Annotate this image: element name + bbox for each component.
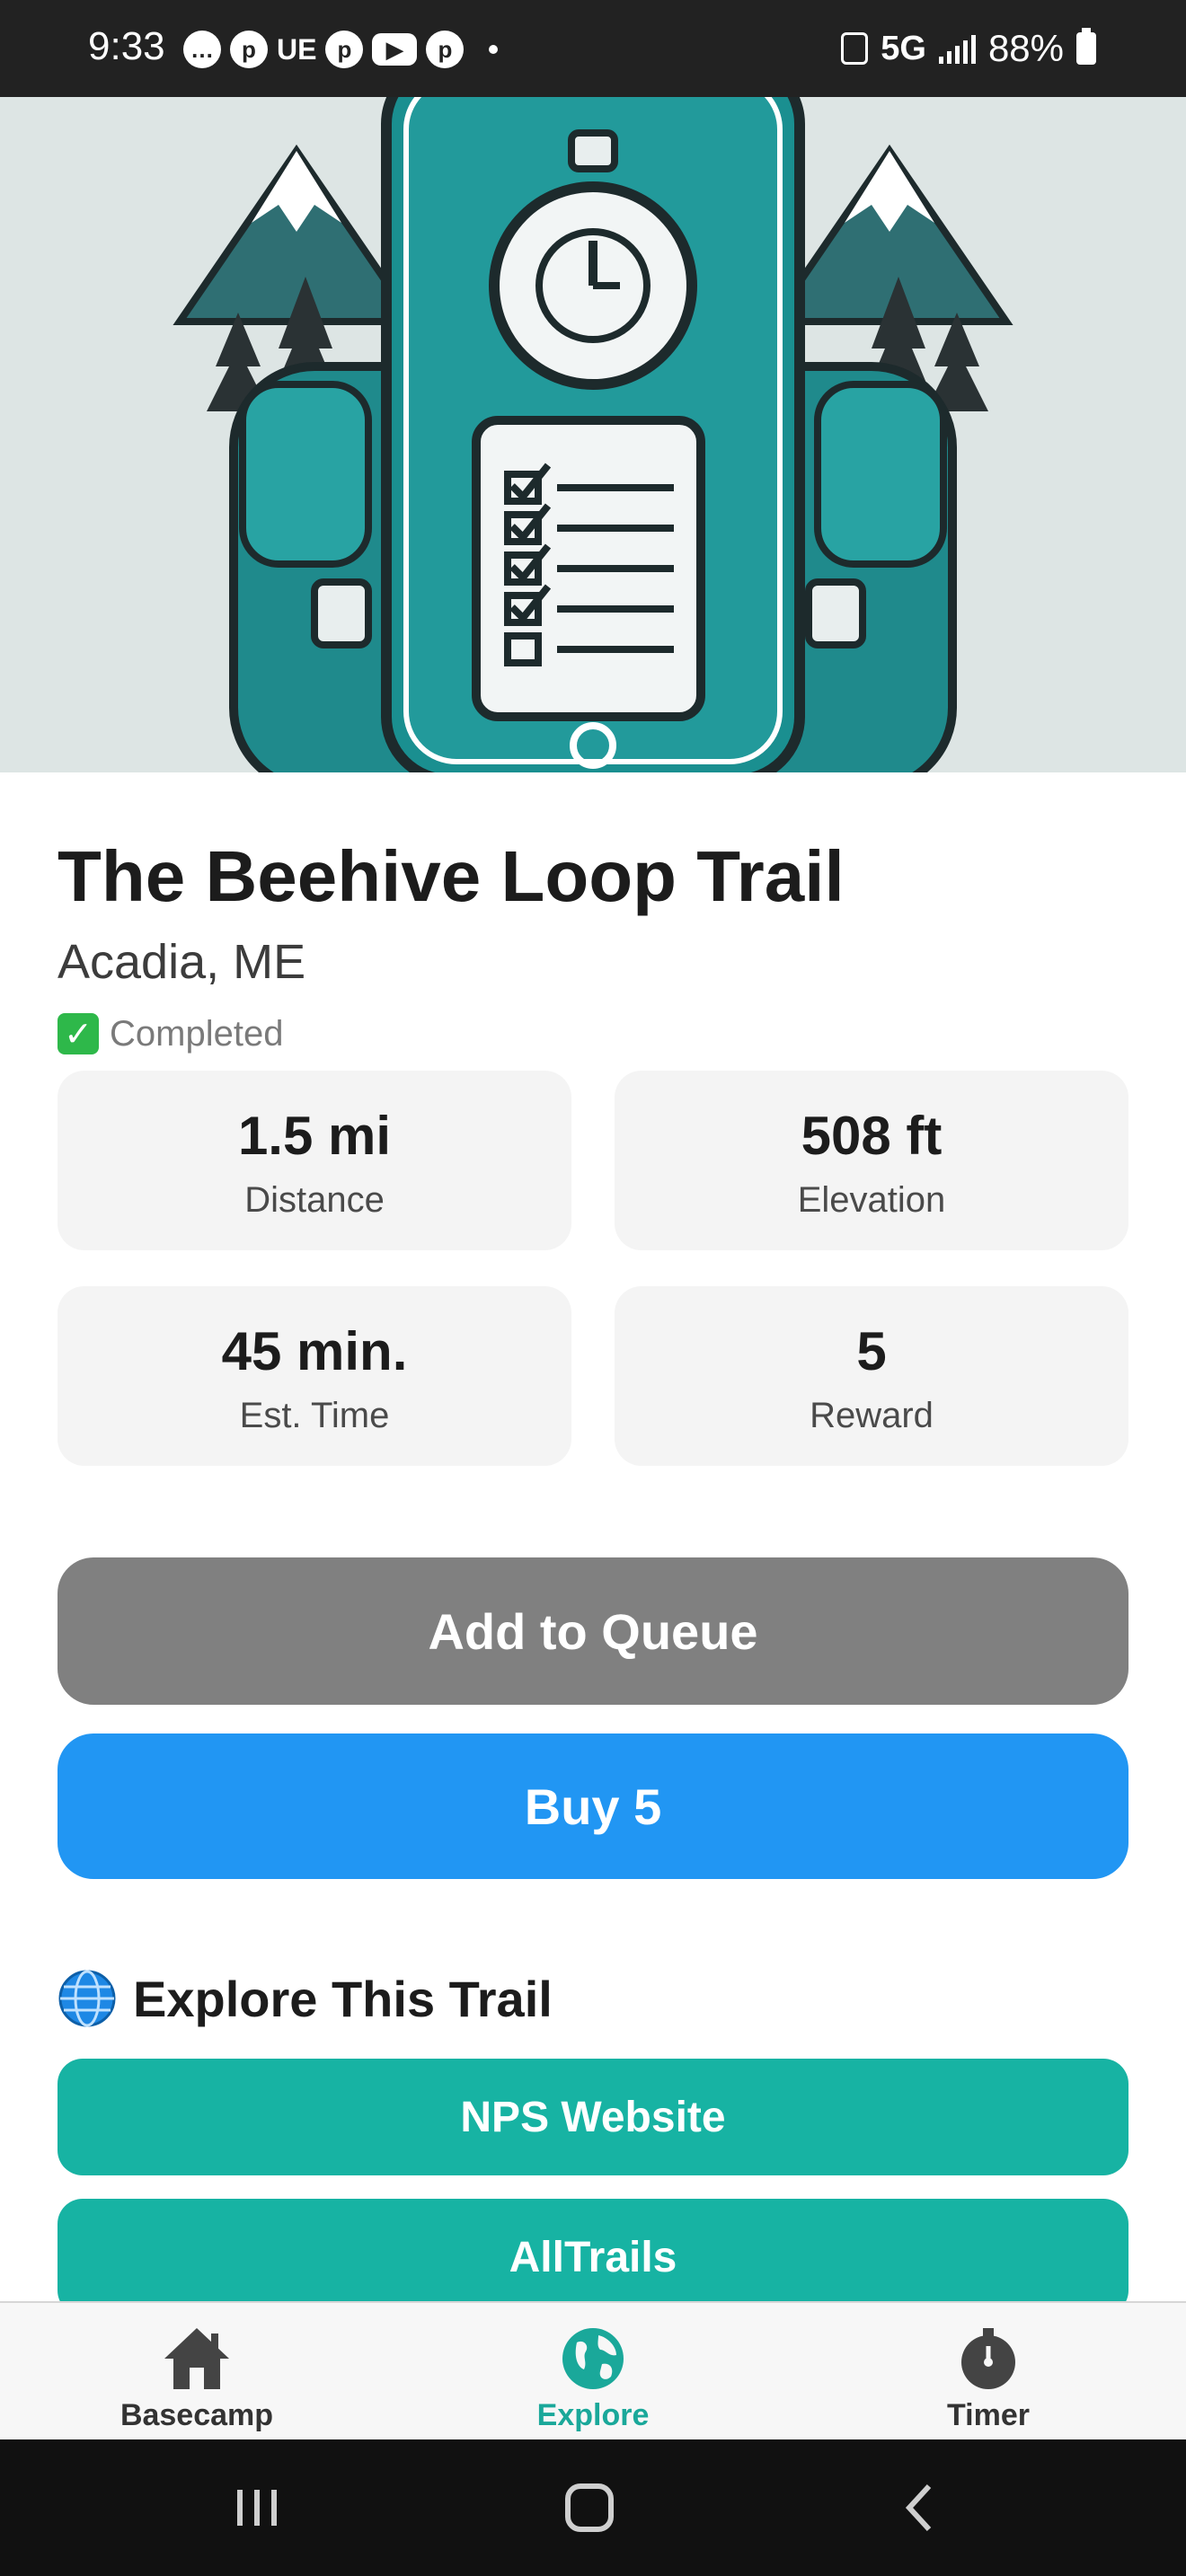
- system-navigation-bar: [0, 2439, 1186, 2576]
- stat-value: 5: [856, 1321, 887, 1381]
- stat-card-distance: 1.5 mi Distance: [58, 1071, 571, 1250]
- uber-eats-icon: UE: [277, 32, 317, 66]
- back-icon[interactable]: [884, 2479, 956, 2536]
- youtube-icon: ▶: [372, 33, 418, 66]
- house-icon: [164, 2328, 229, 2389]
- signal-icon: [938, 33, 976, 64]
- explore-section-header: Explore This Trail: [58, 1969, 553, 2028]
- stat-card-elevation: 508 ft Elevation: [615, 1071, 1128, 1250]
- network-type: 5G: [881, 29, 926, 67]
- battery-saver-icon: [841, 32, 869, 65]
- alltrails-button[interactable]: AllTrails: [58, 2199, 1128, 2316]
- stat-value: 508 ft: [801, 1106, 943, 1166]
- stat-label: Reward: [810, 1396, 934, 1435]
- bottom-navigation: Basecamp Explore Timer: [0, 2301, 1186, 2441]
- status-right: 5G 88%: [841, 27, 1096, 70]
- globe-icon: [58, 1970, 116, 2027]
- stat-card-reward: 5 Reward: [615, 1286, 1128, 1466]
- stat-label: Distance: [244, 1180, 385, 1220]
- check-box-icon: ✓: [58, 1013, 99, 1054]
- explore-section-title: Explore This Trail: [133, 1970, 553, 2027]
- trail-location: Acadia, ME: [58, 935, 306, 989]
- nav-item-explore[interactable]: Explore: [458, 2303, 728, 2441]
- home-icon[interactable]: [553, 2479, 625, 2536]
- stopwatch-icon: [961, 2328, 1015, 2389]
- battery-icon: [1076, 28, 1096, 65]
- buy-button[interactable]: Buy 5: [58, 1734, 1128, 1879]
- nav-item-basecamp[interactable]: Basecamp: [62, 2303, 332, 2441]
- nps-website-button[interactable]: NPS Website: [58, 2059, 1128, 2175]
- status-time: 9:33: [88, 24, 165, 68]
- trail-title: The Beehive Loop Trail: [58, 836, 845, 916]
- recent-apps-icon[interactable]: [221, 2479, 293, 2536]
- globe-icon: [562, 2328, 624, 2389]
- completion-status: ✓ Completed: [58, 1013, 283, 1054]
- stat-label: Elevation: [797, 1180, 946, 1220]
- notification-icons: … p UE p ▶ p: [183, 31, 499, 68]
- pinterest-icon: p: [426, 31, 465, 68]
- more-notifications-dot: [489, 45, 499, 54]
- status-bar: 9:33 … p UE p ▶ p 5G 88%: [0, 0, 1186, 97]
- pinterest-icon: p: [230, 31, 268, 68]
- trail-hero-image: [0, 97, 1186, 772]
- battery-percent: 88%: [987, 27, 1064, 69]
- add-to-queue-button[interactable]: Add to Queue: [58, 1557, 1128, 1705]
- pinterest-icon: p: [325, 31, 364, 68]
- chat-bubble-icon: …: [183, 31, 221, 68]
- nav-label-explore: Explore: [536, 2398, 650, 2432]
- stat-label: Est. Time: [239, 1396, 390, 1435]
- nav-item-timer[interactable]: Timer: [854, 2303, 1123, 2441]
- stat-card-est-time: 45 min. Est. Time: [58, 1286, 571, 1466]
- completion-status-label: Completed: [110, 1013, 284, 1054]
- stat-value: 1.5 mi: [237, 1106, 392, 1166]
- nav-label-timer: Timer: [947, 2398, 1030, 2432]
- nav-label-basecamp: Basecamp: [119, 2398, 274, 2432]
- stat-value: 45 min.: [221, 1321, 408, 1381]
